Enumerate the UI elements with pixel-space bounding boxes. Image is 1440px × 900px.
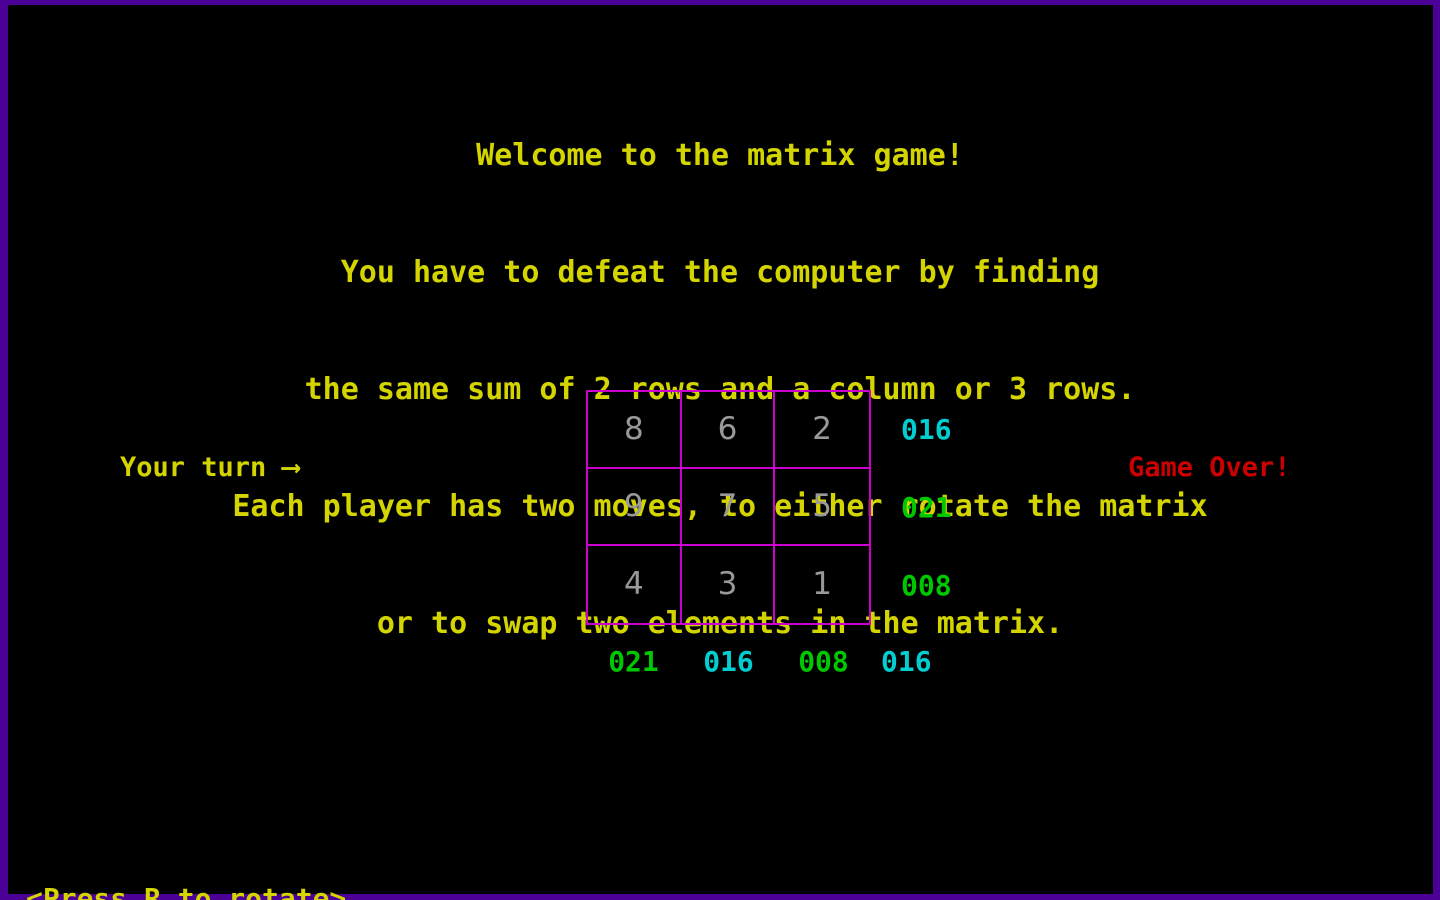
- game-screen: Welcome to the matrix game! You have to …: [0, 0, 1440, 900]
- hint-rotate[interactable]: <Press R to rotate>: [26, 879, 363, 900]
- game-over-message: Game Over!: [1128, 452, 1291, 483]
- matrix-cell-0-2[interactable]: 2: [775, 392, 869, 469]
- matrix-cell-1-2[interactable]: 5: [775, 469, 869, 546]
- matrix-cell-2-1[interactable]: 3: [682, 546, 776, 623]
- right-arrow-icon: ⟶: [282, 452, 299, 483]
- turn-indicator: Your turn ⟶: [120, 449, 299, 487]
- matrix-cell-1-1[interactable]: 7: [681, 469, 776, 546]
- matrix-cell-0-1[interactable]: 6: [681, 392, 776, 469]
- row-sum-0: 016: [901, 413, 952, 446]
- key-hints: <Press R to rotate> <Press P to permute>: [26, 801, 363, 900]
- matrix-block: 8 6 2 9 7 5 4 3 1 016 021 008 021 016 00…: [586, 390, 952, 676]
- matrix-grid[interactable]: 8 6 2 9 7 5 4 3 1: [586, 390, 871, 625]
- diagonal-sum: 016: [881, 645, 932, 678]
- row-sum-1: 021: [901, 491, 952, 524]
- col-sum-0: 021: [608, 645, 659, 678]
- matrix-cell-0-0[interactable]: 8: [588, 392, 682, 469]
- matrix-cell-2-2[interactable]: 1: [775, 546, 869, 623]
- turn-label: Your turn: [120, 452, 283, 483]
- intro-line-2: You have to defeat the computer by findi…: [340, 255, 1100, 290]
- matrix-cell-1-0[interactable]: 9: [588, 469, 682, 546]
- matrix-cell-2-0[interactable]: 4: [588, 546, 682, 623]
- col-sum-1: 016: [703, 645, 754, 678]
- intro-line-1: Welcome to the matrix game!: [476, 138, 964, 173]
- col-sum-2: 008: [798, 645, 849, 678]
- column-sums: 021 016 008 016: [586, 648, 991, 676]
- window-border-top: [0, 0, 1440, 5]
- row-sum-2: 008: [901, 569, 952, 602]
